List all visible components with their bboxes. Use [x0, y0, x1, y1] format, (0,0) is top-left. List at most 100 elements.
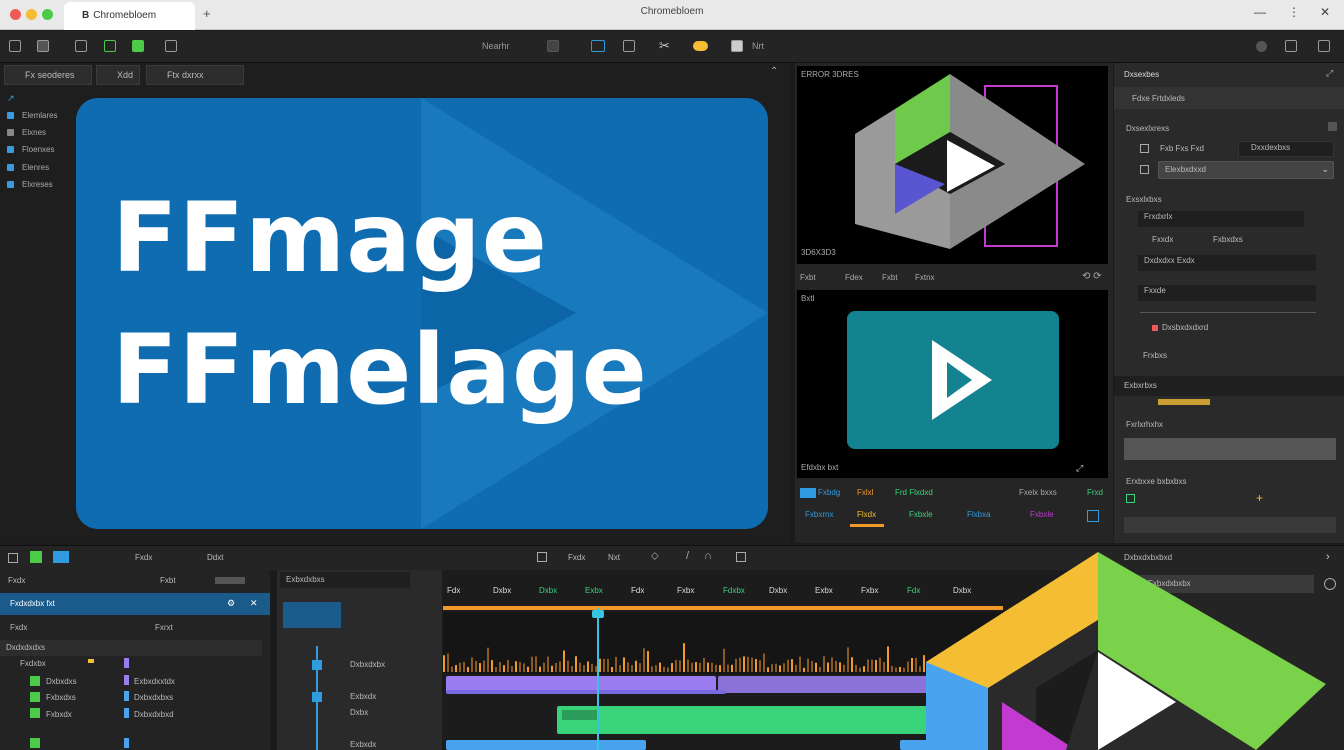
playhead-handle[interactable] — [592, 610, 604, 618]
work-area-bar[interactable] — [443, 606, 1003, 610]
list-item[interactable]: Elemlares — [22, 111, 58, 120]
inspector-pop-icon[interactable]: ⤢ — [1326, 68, 1333, 79]
record-icon[interactable] — [693, 41, 708, 51]
collapse-icon[interactable]: ⌃ — [770, 66, 778, 77]
control-label[interactable]: Flxdx — [857, 510, 876, 519]
list-item[interactable]: Elxreses — [22, 180, 53, 189]
razor-tool-icon[interactable]: / — [686, 550, 689, 562]
strip-label[interactable]: Fxtnx — [915, 273, 935, 282]
stack-row-label[interactable]: Dxbx — [350, 708, 368, 717]
tab-effects[interactable]: Fx seoderes — [4, 65, 92, 85]
menu-button[interactable]: ⋮ — [1288, 5, 1300, 19]
green-tool-icon[interactable] — [132, 40, 144, 52]
pin-icon[interactable]: ↗ — [7, 93, 15, 104]
track-slider[interactable] — [215, 577, 245, 584]
track-group-header[interactable]: Dxdxdxdxs — [0, 640, 262, 656]
list-item[interactable]: Elxnes — [22, 128, 46, 137]
select-tool-icon[interactable] — [537, 552, 547, 562]
control-label[interactable]: Flxbxa — [967, 510, 991, 519]
main-preview-canvas[interactable]: FFmage FFmelage — [76, 98, 768, 529]
ripple-tool-icon[interactable]: ⬦ — [651, 550, 659, 563]
grid-view-icon[interactable] — [1087, 510, 1099, 522]
track-color — [88, 659, 94, 663]
chevron-down-icon: ⌄ — [1321, 164, 1329, 174]
control-label[interactable]: Frxd — [1087, 488, 1103, 497]
expand-icon[interactable] — [1318, 40, 1330, 52]
stack-row-label[interactable]: Dxbxdxbx — [350, 660, 385, 669]
clip-green[interactable] — [557, 706, 977, 734]
view-icon[interactable] — [53, 551, 69, 563]
checkbox[interactable] — [1140, 144, 1149, 153]
add-icon[interactable]: + — [1256, 491, 1263, 505]
clip-blue[interactable] — [446, 740, 646, 750]
waveform-bar — [859, 667, 861, 672]
strip-label[interactable]: Fxbt — [800, 273, 816, 282]
tab-add[interactable]: Xdd — [96, 65, 140, 85]
export-icon[interactable] — [731, 40, 743, 52]
text-field[interactable] — [1124, 517, 1336, 533]
monitor-icon[interactable] — [591, 40, 605, 52]
strip-label[interactable]: Fxbt — [882, 273, 898, 282]
minimize-window-dot[interactable] — [26, 9, 37, 20]
settings-icon[interactable]: ⚙ — [227, 598, 235, 609]
link-tool-icon[interactable]: ∩ — [704, 550, 712, 562]
minimize-button[interactable]: — — [1254, 5, 1266, 19]
control-label[interactable]: Fxbdg — [818, 488, 840, 497]
effect-chip[interactable] — [283, 602, 341, 628]
folder-icon[interactable] — [37, 40, 49, 52]
text-field[interactable]: Dxdxdxx Exdx — [1138, 255, 1316, 271]
checkbox[interactable] — [1140, 165, 1149, 174]
track-toggle-icon[interactable] — [30, 676, 40, 686]
section-toggle-icon[interactable] — [1328, 122, 1337, 131]
timeline-tool-icon[interactable] — [8, 553, 18, 563]
text-field[interactable] — [1124, 438, 1336, 460]
layout-icon[interactable] — [75, 40, 87, 52]
stack-row-label[interactable]: Exbxdx — [350, 692, 376, 701]
stack-row-label[interactable]: Exbxdx — [350, 740, 376, 749]
blank-icon[interactable] — [547, 40, 559, 52]
strip-label[interactable]: Fdex — [845, 273, 863, 282]
control-label[interactable]: Fxelx bxxs — [1019, 488, 1057, 497]
list-item[interactable]: Floenxes — [22, 145, 54, 154]
refresh-icon[interactable]: ⟲ ⟳ — [1082, 271, 1102, 282]
crop-icon[interactable] — [623, 40, 635, 52]
playhead[interactable] — [597, 608, 599, 750]
control-label[interactable]: Fxbxrnx — [805, 510, 833, 519]
fullscreen-icon[interactable]: ⤢ — [1076, 463, 1083, 474]
checkbox[interactable] — [1126, 494, 1135, 503]
text-field[interactable]: Fxxde — [1138, 285, 1316, 301]
dropdown-select[interactable]: Elexbxdxxd ⌄ — [1158, 161, 1334, 179]
text-field[interactable]: Dxxdexbxs — [1238, 141, 1334, 157]
zoom-window-dot[interactable] — [42, 9, 53, 20]
track-toggle-icon[interactable] — [30, 708, 40, 718]
audio-waveform-track[interactable] — [443, 612, 1003, 674]
control-icon[interactable] — [800, 488, 816, 498]
control-label[interactable]: Frd Flxdxd — [895, 488, 933, 497]
tracks-icon[interactable] — [104, 40, 116, 52]
control-label[interactable]: Fxlxl — [857, 488, 873, 497]
marker-tool-icon[interactable] — [736, 552, 746, 562]
track-toggle-icon[interactable] — [30, 738, 40, 748]
edit-icon[interactable] — [1285, 40, 1297, 52]
track-toggle-icon[interactable] — [30, 692, 40, 702]
close-window-dot[interactable] — [10, 9, 21, 20]
text-field[interactable]: Frxdxrlx — [1138, 211, 1304, 227]
settings-icon[interactable] — [1256, 41, 1267, 52]
color-swatch[interactable] — [1158, 399, 1210, 405]
control-label[interactable]: Fxbxle — [909, 510, 933, 519]
preview-bottom[interactable]: Bxtl Efdxbx bxt ⤢ — [797, 290, 1108, 478]
waveform-bar — [883, 662, 885, 672]
control-label[interactable]: Fxbxle — [1030, 510, 1054, 519]
inspector-section: Dxsbxdxdxrd — [1162, 323, 1209, 332]
menu-icon[interactable] — [9, 40, 21, 52]
tab-transitions[interactable]: Ftx dxrxx — [146, 65, 244, 85]
scissors-icon[interactable]: ✂ — [659, 38, 670, 54]
close-icon[interactable]: ✕ — [250, 598, 258, 609]
browser-tab[interactable]: B Chromebloem — [64, 2, 195, 30]
close-button[interactable]: ✕ — [1320, 5, 1330, 19]
grid-icon[interactable] — [165, 40, 177, 52]
new-tab-button[interactable]: + — [203, 6, 211, 21]
list-item[interactable]: Elenres — [22, 163, 49, 172]
snap-icon[interactable] — [30, 551, 42, 563]
preview-top[interactable]: ERROR 3DRES 3D6X3D3 — [797, 66, 1108, 264]
